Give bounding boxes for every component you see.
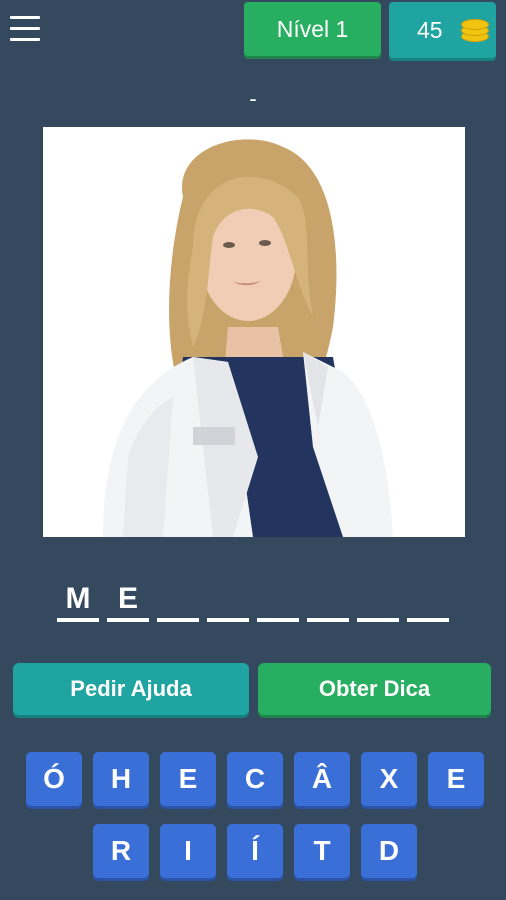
- ask-help-button[interactable]: Pedir Ajuda: [13, 663, 249, 715]
- ask-help-label: Pedir Ajuda: [70, 676, 192, 701]
- get-hint-label: Obter Dica: [318, 676, 431, 701]
- subtitle: -: [249, 86, 257, 111]
- answer-slot: [257, 576, 299, 622]
- letter-key[interactable]: E: [428, 752, 484, 806]
- question-photo: [43, 127, 465, 537]
- letter-key[interactable]: I: [160, 824, 216, 878]
- answer-slot: [407, 576, 449, 622]
- coins-count: 45: [417, 16, 443, 43]
- coin-stack-icon: [461, 19, 489, 42]
- letter-key[interactable]: T: [294, 824, 350, 878]
- letter-key[interactable]: E: [160, 752, 216, 806]
- letter-key[interactable]: C: [227, 752, 283, 806]
- letter-key[interactable]: Í: [227, 824, 283, 878]
- get-hint-button[interactable]: Obter Dica: [258, 663, 491, 715]
- answer-slot: [307, 576, 349, 622]
- hamburger-menu-icon[interactable]: [10, 16, 40, 42]
- answer-slot: [357, 576, 399, 622]
- letter-key[interactable]: D: [361, 824, 417, 878]
- answer-slot: M: [57, 576, 99, 622]
- letter-key[interactable]: Â: [294, 752, 350, 806]
- letter-key[interactable]: H: [93, 752, 149, 806]
- coins-badge[interactable]: 45: [389, 2, 496, 58]
- answer-slot: [207, 576, 249, 622]
- answer-slot: [157, 576, 199, 622]
- answer-slot: E: [107, 576, 149, 622]
- level-label: Nível 1: [276, 15, 349, 42]
- letter-key[interactable]: R: [93, 824, 149, 878]
- letter-key[interactable]: X: [361, 752, 417, 806]
- portrait-image: [43, 127, 465, 537]
- level-badge[interactable]: Nível 1: [244, 2, 381, 56]
- answer-slots: M E: [57, 576, 457, 626]
- letter-key[interactable]: Ó: [26, 752, 82, 806]
